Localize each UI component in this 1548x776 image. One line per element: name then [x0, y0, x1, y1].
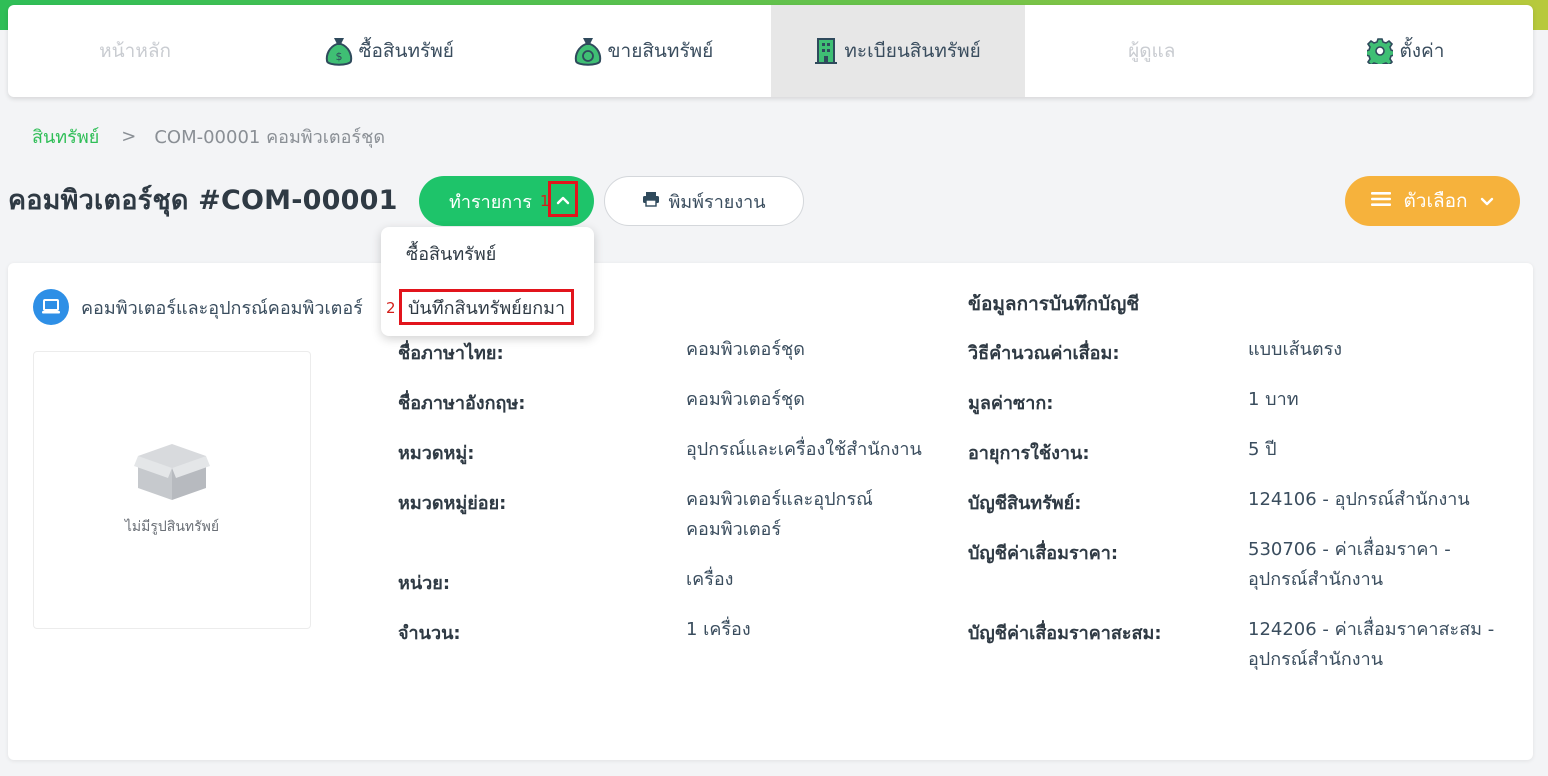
- nav-item-label: ผู้ดูแล: [1128, 40, 1176, 62]
- printer-icon: [642, 191, 660, 212]
- chevron-up-icon: [556, 189, 570, 210]
- money-bag-icon: [574, 35, 602, 67]
- accounting-value-line: อุปกรณ์สำนักงาน: [1248, 569, 1383, 590]
- accounting-value-depreciation-method: แบบเส้นตรง: [1248, 339, 1343, 360]
- nav-item-home[interactable]: หน้าหลัก: [8, 5, 262, 97]
- dropdown-item-buy-asset[interactable]: ซื้อสินทรัพย์: [406, 239, 496, 268]
- accounting-label-useful-life: อายุการใช้งาน:: [968, 443, 1090, 464]
- nav-item-buy-asset[interactable]: $ ซื้อสินทรัพย์: [262, 5, 516, 97]
- detail-label-category: หมวดหมู่:: [398, 443, 475, 464]
- building-icon: [814, 37, 838, 65]
- print-report-button[interactable]: พิมพ์รายงาน: [604, 176, 804, 226]
- asset-category-line: คอมพิวเตอร์และอุปกรณ์คอมพิวเตอร์: [33, 289, 363, 325]
- print-report-label: พิมพ์รายงาน: [668, 191, 766, 213]
- action-button-label: ทำรายการ: [449, 191, 532, 213]
- nav-item-custodian[interactable]: ผู้ดูแล: [1025, 5, 1279, 97]
- accounting-value-accumulated-depreciation-account: 124206 - ค่าเสื่อมราคาสะสม - อุปกรณ์สำนั…: [1248, 615, 1494, 675]
- breadcrumb-current: COM-00001 คอมพิวเตอร์ชุด: [154, 127, 386, 148]
- nav-item-asset-register[interactable]: ทะเบียนสินทรัพย์: [770, 5, 1025, 97]
- detail-value-english-name: คอมพิวเตอร์ชุด: [686, 389, 805, 410]
- main-nav: หน้าหลัก $ ซื้อสินทรัพย์ ขายสินทรัพย์ ทะ…: [8, 5, 1533, 97]
- action-button[interactable]: ทำรายการ 1: [419, 176, 594, 226]
- svg-text:$: $: [335, 50, 342, 63]
- page-title: คอมพิวเตอร์ชุด #COM-00001: [8, 185, 398, 216]
- step-marker-2: 2: [386, 299, 396, 317]
- detail-value-quantity: 1 เครื่อง: [686, 619, 751, 640]
- chevron-down-icon: [1480, 190, 1494, 212]
- asset-category-text: คอมพิวเตอร์และอุปกรณ์คอมพิวเตอร์: [81, 297, 363, 319]
- accounting-label-depreciation-method: วิธีคำนวณค่าเสื่อม:: [968, 343, 1120, 364]
- accounting-value-line: อุปกรณ์สำนักงาน: [1248, 649, 1383, 670]
- nav-item-label: ตั้งค่า: [1399, 40, 1445, 62]
- action-dropdown-toggle[interactable]: [548, 181, 578, 217]
- detail-label-unit: หน่วย:: [398, 573, 451, 594]
- accounting-section-title: ข้อมูลการบันทึกบัญชี: [968, 293, 1140, 315]
- detail-value-subcategory: คอมพิวเตอร์และอุปกรณ์ คอมพิวเตอร์: [686, 485, 873, 545]
- asset-detail-card: คอมพิวเตอร์และอุปกรณ์คอมพิวเตอร์ ไม่มีรู…: [8, 263, 1533, 760]
- nav-item-label: ทะเบียนสินทรัพย์: [844, 40, 981, 62]
- breadcrumb-separator: >: [121, 126, 137, 147]
- action-dropdown-menu: ซื้อสินทรัพย์ 2 บันทึกสินทรัพย์ยกมา: [381, 227, 594, 336]
- nav-item-label: ซื้อสินทรัพย์: [358, 40, 454, 62]
- detail-value-subcategory-line: คอมพิวเตอร์: [686, 519, 782, 540]
- accounting-value-salvage-value: 1 บาท: [1248, 389, 1299, 410]
- detail-label-english-name: ชื่อภาษาอังกฤษ:: [398, 393, 526, 414]
- asset-image-placeholder: ไม่มีรูปสินทรัพย์: [33, 351, 311, 629]
- computer-icon: [33, 289, 69, 325]
- options-label: ตัวเลือก: [1403, 190, 1468, 212]
- detail-value-subcategory-line: คอมพิวเตอร์และอุปกรณ์: [686, 489, 873, 510]
- no-image-text: ไม่มีรูปสินทรัพย์: [124, 519, 220, 535]
- nav-item-sell-asset[interactable]: ขายสินทรัพย์: [516, 5, 770, 97]
- dropdown-item-record-brought-forward-asset[interactable]: บันทึกสินทรัพย์ยกมา: [399, 289, 575, 325]
- detail-label-thai-name: ชื่อภาษาไทย:: [398, 343, 504, 364]
- box-icon: [134, 442, 210, 506]
- accounting-value-useful-life: 5 ปี: [1248, 439, 1277, 460]
- options-button[interactable]: ตัวเลือก: [1345, 176, 1520, 226]
- accounting-value-line: 530706 - ค่าเสื่อมราคา -: [1248, 539, 1451, 560]
- nav-item-settings[interactable]: ตั้งค่า: [1279, 5, 1533, 97]
- money-bag-icon: $: [325, 35, 353, 67]
- accounting-value-depreciation-account: 530706 - ค่าเสื่อมราคา - อุปกรณ์สำนักงาน: [1248, 535, 1451, 595]
- nav-item-label: ขายสินทรัพย์: [607, 40, 714, 62]
- gear-icon: [1367, 38, 1394, 64]
- breadcrumb: สินทรัพย์ > COM-00001 คอมพิวเตอร์ชุด: [32, 122, 385, 151]
- accounting-value-asset-account: 124106 - อุปกรณ์สำนักงาน: [1248, 489, 1470, 510]
- nav-item-label: หน้าหลัก: [99, 40, 172, 62]
- breadcrumb-root-link[interactable]: สินทรัพย์: [32, 122, 99, 151]
- accounting-label-depreciation-account: บัญชีค่าเสื่อมราคา:: [968, 543, 1119, 564]
- detail-value-category: อุปกรณ์และเครื่องใช้สำนักงาน: [686, 439, 922, 460]
- accounting-label-accumulated-depreciation-account: บัญชีค่าเสื่อมราคาสะสม:: [968, 623, 1162, 644]
- detail-label-subcategory: หมวดหมู่ย่อย:: [398, 493, 507, 514]
- detail-value-thai-name: คอมพิวเตอร์ชุด: [686, 339, 805, 360]
- accounting-value-line: 124206 - ค่าเสื่อมราคาสะสม -: [1248, 619, 1495, 640]
- detail-label-quantity: จำนวน:: [398, 623, 461, 644]
- accounting-label-asset-account: บัญชีสินทรัพย์:: [968, 493, 1082, 514]
- menu-icon: [1371, 190, 1392, 212]
- detail-value-unit: เครื่อง: [686, 569, 734, 590]
- accounting-label-salvage-value: มูลค่าซาก:: [968, 393, 1054, 414]
